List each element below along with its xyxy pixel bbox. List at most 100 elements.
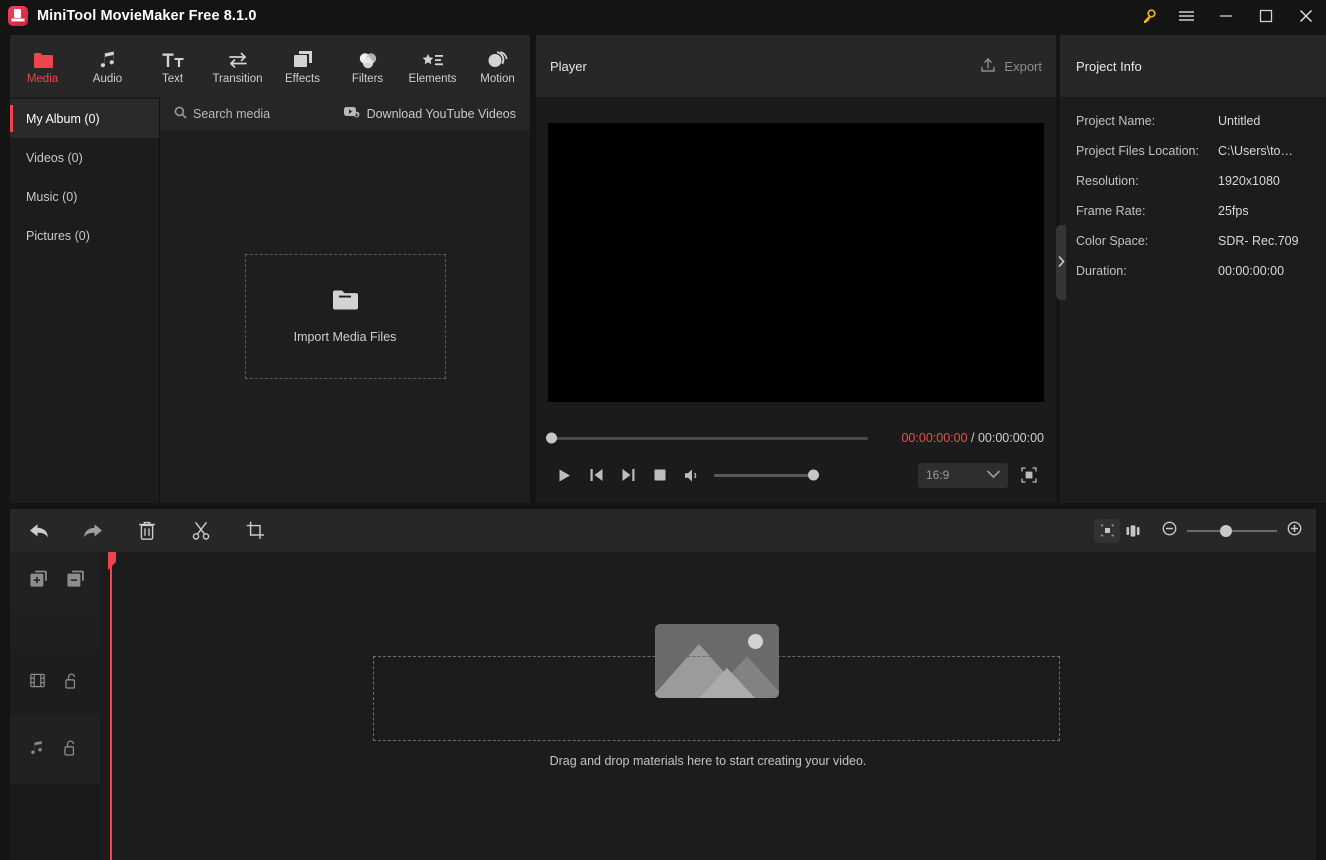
- timeline-drop-zone[interactable]: [373, 656, 1060, 741]
- info-row: Resolution: 1920x1080: [1076, 166, 1326, 196]
- sidebar-item-music[interactable]: Music (0): [10, 177, 159, 216]
- video-preview-surface[interactable]: [548, 123, 1044, 402]
- info-value: Untitled: [1218, 114, 1260, 128]
- playback-buttons-row: 16:9: [548, 455, 1044, 495]
- sidebar-item-pictures[interactable]: Pictures (0): [10, 216, 159, 255]
- youtube-download-icon: [344, 106, 360, 121]
- tab-label: Elements: [409, 73, 457, 85]
- sidebar-item-my-album[interactable]: My Album (0): [10, 99, 159, 138]
- download-youtube-videos-button[interactable]: Download YouTube Videos: [344, 106, 516, 121]
- tab-label: Motion: [480, 73, 515, 85]
- player-controls: 00:00:00:00 / 00:00:00:00: [536, 421, 1056, 503]
- drop-hint-text: Drag and drop materials here to start cr…: [100, 754, 1316, 768]
- music-note-icon: [30, 740, 44, 760]
- folder-icon: [332, 289, 358, 316]
- search-placeholder: Search media: [193, 107, 270, 121]
- split-marker-button[interactable]: [1120, 519, 1146, 543]
- music-note-icon: [99, 47, 117, 69]
- info-row: Color Space: SDR- Rec.709: [1076, 226, 1326, 256]
- menu-icon[interactable]: [1166, 0, 1206, 32]
- info-value: 00:00:00:00: [1218, 264, 1284, 278]
- media-category-list: My Album (0) Videos (0) Music (0) Pictur…: [10, 97, 160, 503]
- placeholder-sun: [748, 634, 763, 649]
- add-track-icon[interactable]: [30, 570, 47, 592]
- tab-text[interactable]: Text: [140, 35, 205, 97]
- tab-elements[interactable]: Elements: [400, 35, 465, 97]
- close-icon[interactable]: [1286, 0, 1326, 32]
- tab-effects[interactable]: Effects: [270, 35, 335, 97]
- info-key: Color Space:: [1076, 234, 1218, 248]
- maximize-icon[interactable]: [1246, 0, 1286, 32]
- tab-label: Audio: [93, 73, 122, 85]
- total-time: 00:00:00:00: [978, 431, 1044, 445]
- info-key: Frame Rate:: [1076, 204, 1218, 218]
- app-logo-icon: [8, 6, 28, 26]
- crop-button[interactable]: [240, 516, 270, 546]
- info-value: SDR- Rec.709: [1218, 234, 1299, 248]
- previous-frame-button[interactable]: [580, 459, 612, 491]
- seek-row: 00:00:00:00 / 00:00:00:00: [548, 421, 1044, 455]
- play-button[interactable]: [548, 459, 580, 491]
- seek-handle[interactable]: [546, 433, 557, 444]
- info-key: Project Name:: [1076, 114, 1218, 128]
- minimize-icon[interactable]: [1206, 0, 1246, 32]
- remove-track-icon[interactable]: [67, 570, 84, 592]
- audio-track-head[interactable]: [10, 716, 100, 784]
- info-row: Project Files Location: C:\Users\to…: [1076, 136, 1326, 166]
- sidebar-item-videos[interactable]: Videos (0): [10, 138, 159, 177]
- track-add-remove-row: [10, 552, 100, 610]
- video-track-head[interactable]: [10, 650, 100, 716]
- split-button[interactable]: [186, 516, 216, 546]
- media-panel: My Album (0) Videos (0) Music (0) Pictur…: [10, 97, 530, 503]
- track-tail-row: [10, 784, 100, 860]
- player-stage: [536, 97, 1056, 421]
- project-info-header: Project Info: [1060, 35, 1326, 97]
- tab-audio[interactable]: Audio: [75, 35, 140, 97]
- unlock-icon[interactable]: [65, 673, 78, 694]
- search-input[interactable]: Search media: [174, 106, 270, 122]
- volume-slider[interactable]: [714, 474, 814, 477]
- search-icon: [174, 106, 187, 122]
- fullscreen-button[interactable]: [1014, 460, 1044, 490]
- motion-icon: [487, 47, 508, 69]
- stop-button[interactable]: [644, 459, 676, 491]
- timeline-canvas[interactable]: Drag and drop materials here to start cr…: [100, 552, 1316, 860]
- chevron-right-icon: [1058, 254, 1065, 272]
- project-info-panel: Project Info Project Name: Untitled Proj…: [1060, 35, 1326, 503]
- player-title: Player: [550, 59, 587, 74]
- unlock-icon[interactable]: [64, 740, 77, 761]
- tab-filters[interactable]: Filters: [335, 35, 400, 97]
- sidebar-item-label: Pictures (0): [26, 229, 90, 243]
- effects-layers-icon: [293, 47, 313, 69]
- volume-button[interactable]: [676, 459, 708, 491]
- next-frame-button[interactable]: [612, 459, 644, 491]
- zoom-slider-group: [1162, 521, 1302, 541]
- transition-arrows-icon: [227, 47, 249, 69]
- zoom-slider[interactable]: [1187, 530, 1277, 532]
- collapse-panel-handle[interactable]: [1056, 225, 1066, 300]
- fit-to-screen-button[interactable]: [1094, 519, 1120, 543]
- info-key: Duration:: [1076, 264, 1218, 278]
- current-time: 00:00:00:00: [901, 431, 967, 445]
- export-button[interactable]: Export: [980, 57, 1042, 76]
- undo-button[interactable]: [24, 516, 54, 546]
- chevron-down-icon: [987, 468, 1000, 482]
- tab-motion[interactable]: Motion: [465, 35, 530, 97]
- tab-transition[interactable]: Transition: [205, 35, 270, 97]
- zoom-out-icon[interactable]: [1162, 521, 1177, 541]
- key-icon[interactable]: [1132, 0, 1166, 32]
- zoom-in-icon[interactable]: [1287, 521, 1302, 541]
- tab-media[interactable]: Media: [10, 35, 75, 97]
- seek-slider[interactable]: [550, 437, 868, 440]
- timeline-toolbar: [10, 509, 1316, 552]
- aspect-ratio-select[interactable]: 16:9: [918, 463, 1008, 488]
- import-media-files-button[interactable]: Import Media Files: [245, 254, 446, 379]
- info-row: Project Name: Untitled: [1076, 106, 1326, 136]
- info-row: Duration: 00:00:00:00: [1076, 256, 1326, 286]
- redo-button[interactable]: [78, 516, 108, 546]
- window-controls: [1132, 0, 1326, 32]
- zoom-handle[interactable]: [1220, 525, 1232, 537]
- volume-handle[interactable]: [808, 470, 819, 481]
- playhead[interactable]: [110, 552, 112, 860]
- delete-button[interactable]: [132, 516, 162, 546]
